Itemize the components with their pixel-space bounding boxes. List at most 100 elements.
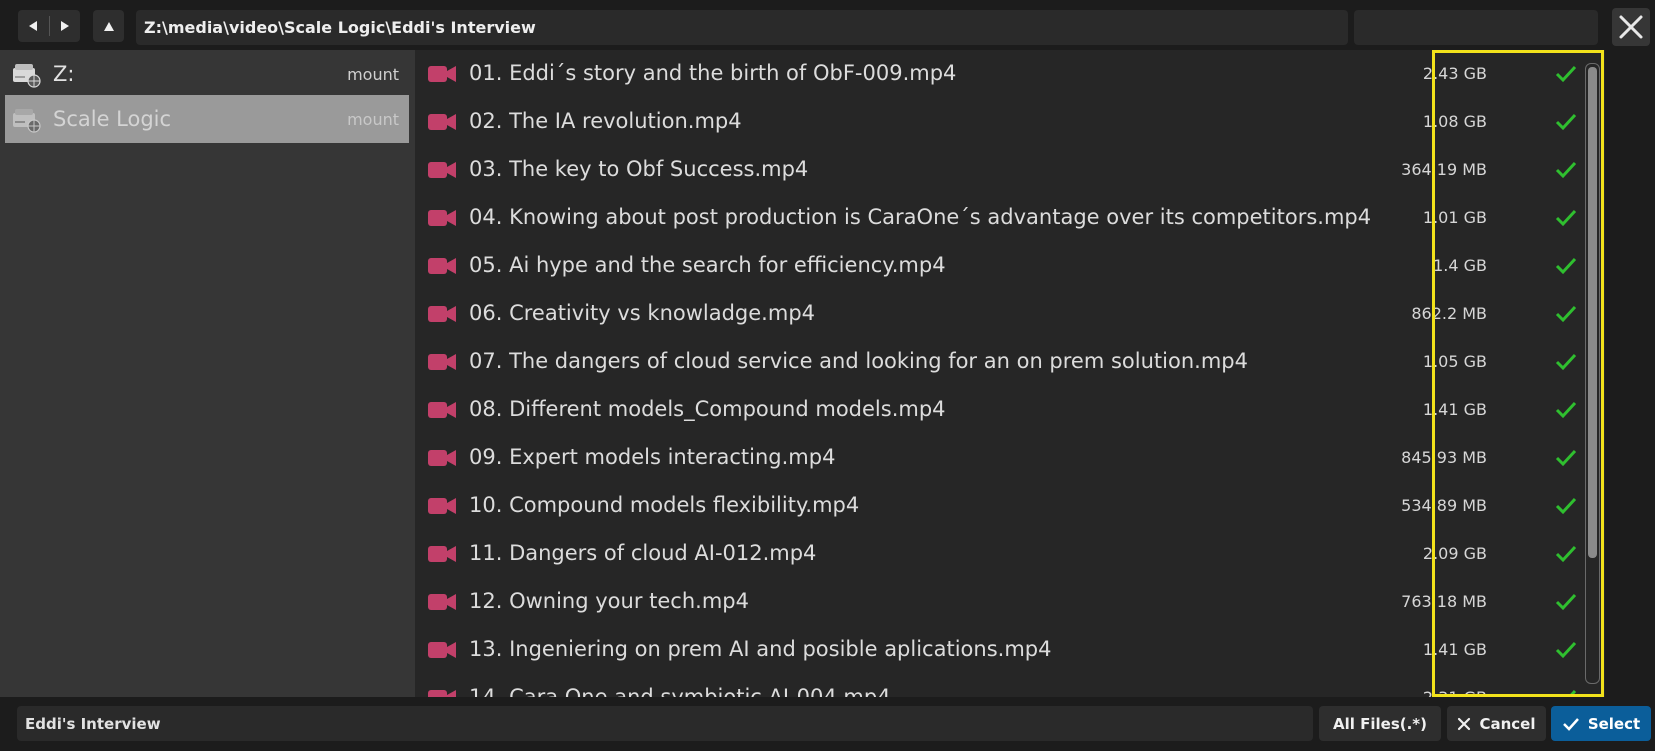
file-name: 03. The key to Obf Success.mp4 — [469, 157, 809, 181]
video-camera-icon — [428, 354, 456, 370]
sidebar-item-z[interactable]: Z: mount — [5, 50, 409, 98]
file-row[interactable]: 09. Expert models interacting.mp4 845.93… — [415, 434, 1605, 482]
file-list[interactable]: 01. Eddi´s story and the birth of ObF-00… — [415, 50, 1605, 697]
file-name: 07. The dangers of cloud service and loo… — [469, 349, 1248, 373]
file-size: 1.05 GB — [1422, 352, 1487, 371]
file-name: 02. The IA revolution.mp4 — [469, 109, 742, 133]
file-name: 12. Owning your tech.mp4 — [469, 589, 749, 613]
check-icon — [1558, 689, 1577, 697]
file-name: 08. Different models_Compound models.mp4 — [469, 397, 946, 421]
check-icon — [1555, 545, 1577, 563]
back-icon — [29, 21, 38, 31]
mount-link[interactable]: mount — [347, 65, 399, 84]
forward-icon — [60, 21, 69, 31]
file-row[interactable]: 10. Compound models flexibility.mp4 534.… — [415, 482, 1605, 530]
close-icon — [1619, 15, 1643, 39]
check-icon — [1555, 353, 1577, 371]
bottom-bar: Eddi's Interview All Files(.*) Cancel Se… — [0, 697, 1655, 751]
file-row[interactable]: 08. Different models_Compound models.mp4… — [415, 386, 1605, 434]
locations-sidebar: Z: mount Scale Logic mount — [0, 50, 415, 697]
file-name: 09. Expert models interacting.mp4 — [469, 445, 836, 469]
file-row[interactable]: 05. Ai hype and the search for efficienc… — [415, 242, 1605, 290]
check-icon — [1555, 305, 1577, 323]
sidebar-item-label: Scale Logic — [53, 107, 172, 131]
filename-input[interactable]: Eddi's Interview — [17, 706, 1313, 741]
filename-text: Eddi's Interview — [25, 714, 161, 733]
check-icon — [1555, 497, 1577, 515]
video-camera-icon — [428, 690, 456, 697]
scrollbar[interactable] — [1585, 63, 1600, 684]
file-name: 13. Ingeniering on prem AI and posible a… — [469, 637, 1052, 661]
video-camera-icon — [428, 642, 456, 658]
forward-button[interactable] — [50, 10, 81, 42]
check-icon — [1555, 449, 1577, 467]
network-drive-icon — [13, 109, 41, 133]
file-size: 2.31 GB — [1423, 688, 1487, 697]
file-name: 10. Compound models flexibility.mp4 — [469, 493, 860, 517]
check-icon — [1555, 401, 1577, 419]
select-label: Select — [1587, 714, 1641, 733]
close-button[interactable] — [1612, 8, 1650, 46]
video-camera-icon — [428, 66, 456, 82]
check-icon — [1555, 641, 1577, 659]
file-row[interactable]: 12. Owning your tech.mp4 763.18 MB — [415, 578, 1605, 626]
nav-button-group — [18, 10, 80, 42]
file-size: 1.4 GB — [1433, 256, 1487, 275]
file-row[interactable]: 02. The IA revolution.mp4 1.08 GB — [415, 98, 1605, 146]
up-icon — [103, 21, 114, 31]
check-icon — [1555, 161, 1577, 179]
file-size: 845.93 MB — [1401, 448, 1487, 467]
check-icon — [1555, 209, 1577, 227]
select-button[interactable]: Select — [1551, 706, 1651, 741]
back-button[interactable] — [18, 10, 49, 42]
file-name: 04. Knowing about post production is Car… — [469, 205, 1372, 229]
file-size: 1.41 GB — [1422, 400, 1487, 419]
sidebar-item-label: Z: — [53, 62, 75, 86]
sidebar-item-scale-logic[interactable]: Scale Logic mount — [5, 95, 409, 143]
file-name: 11. Dangers of cloud AI-012.mp4 — [469, 541, 817, 565]
file-row[interactable]: 13. Ingeniering on prem AI and posible a… — [415, 626, 1605, 674]
file-row[interactable]: 03. The key to Obf Success.mp4 364.19 MB — [415, 146, 1605, 194]
file-name: 01. Eddi´s story and the birth of ObF-00… — [469, 61, 957, 85]
file-size: 534.89 MB — [1401, 496, 1487, 515]
file-row[interactable]: 01. Eddi´s story and the birth of ObF-00… — [415, 50, 1605, 98]
file-type-filter-button[interactable]: All Files(.*) — [1319, 706, 1441, 741]
file-row[interactable]: 04. Knowing about post production is Car… — [415, 194, 1605, 242]
video-camera-icon — [428, 498, 456, 514]
file-name: 14. Cara One and symbiotic AI-004.mp4 — [469, 685, 891, 697]
video-camera-icon — [428, 546, 456, 562]
up-directory-button[interactable] — [93, 10, 124, 42]
check-icon — [1555, 65, 1577, 83]
path-text: Z:\media\video\Scale Logic\Eddi's Interv… — [144, 18, 536, 37]
check-icon — [1562, 717, 1579, 731]
video-camera-icon — [428, 114, 456, 130]
close-icon — [1458, 717, 1471, 730]
file-row[interactable]: 06. Creativity vs knowladge.mp4 862.2 MB — [415, 290, 1605, 338]
scrollbar-thumb[interactable] — [1588, 67, 1597, 558]
check-icon — [1555, 113, 1577, 131]
check-icon — [1555, 593, 1577, 611]
file-name: 05. Ai hype and the search for efficienc… — [469, 253, 946, 277]
video-camera-icon — [428, 258, 456, 274]
cancel-button[interactable]: Cancel — [1447, 706, 1546, 741]
video-camera-icon — [428, 402, 456, 418]
path-input[interactable]: Z:\media\video\Scale Logic\Eddi's Interv… — [136, 10, 1348, 45]
file-size: 1.01 GB — [1422, 208, 1487, 227]
file-size: 2.09 GB — [1422, 544, 1487, 563]
file-size: 1.41 GB — [1422, 640, 1487, 659]
file-size: 862.2 MB — [1411, 304, 1487, 323]
check-icon — [1555, 257, 1577, 275]
mount-link[interactable]: mount — [347, 110, 399, 129]
top-bar: Z:\media\video\Scale Logic\Eddi's Interv… — [0, 0, 1655, 50]
file-name: 06. Creativity vs knowladge.mp4 — [469, 301, 816, 325]
file-row[interactable]: 14. Cara One and symbiotic AI-004.mp4 2.… — [415, 674, 1605, 697]
video-camera-icon — [428, 306, 456, 322]
file-row[interactable]: 11. Dangers of cloud AI-012.mp4 2.09 GB — [415, 530, 1605, 578]
search-input[interactable] — [1354, 10, 1598, 45]
file-size: 364.19 MB — [1401, 160, 1487, 179]
video-camera-icon — [428, 594, 456, 610]
file-size: 2.43 GB — [1422, 64, 1487, 83]
file-size: 1.08 GB — [1422, 112, 1487, 131]
file-row[interactable]: 07. The dangers of cloud service and loo… — [415, 338, 1605, 386]
cancel-label: Cancel — [1479, 714, 1536, 733]
